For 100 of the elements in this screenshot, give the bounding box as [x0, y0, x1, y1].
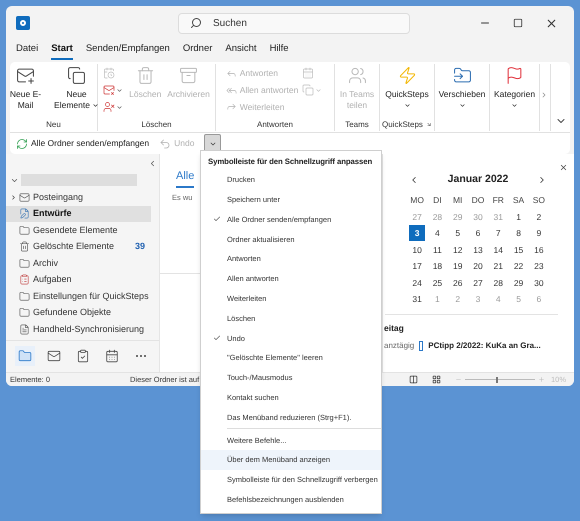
- calendar-day[interactable]: 28: [490, 274, 506, 290]
- folder-item[interactable]: Gesendete Elemente: [6, 222, 151, 238]
- normal-view-icon[interactable]: [408, 375, 418, 384]
- calendar-day[interactable]: 6: [470, 225, 486, 241]
- calendar-day[interactable]: 12: [450, 242, 466, 258]
- group-label: Teams: [345, 118, 369, 130]
- calendar-day[interactable]: 26: [450, 274, 466, 290]
- calendar-day[interactable]: 13: [470, 242, 486, 258]
- calendar-day[interactable]: 24: [409, 274, 426, 290]
- ribbon-button[interactable]: Verschieben: [436, 64, 488, 109]
- ribbon-tab[interactable]: Datei: [16, 42, 38, 60]
- calendar-day[interactable]: 2: [530, 208, 547, 224]
- calendar-day[interactable]: 7: [490, 225, 506, 241]
- zoom-slider[interactable]: [464, 376, 535, 384]
- undo-icon: [159, 138, 172, 150]
- ribbon-tab[interactable]: Ansicht: [225, 42, 257, 60]
- calendar-day[interactable]: 17: [409, 258, 426, 274]
- calendar-day[interactable]: 23: [530, 258, 547, 274]
- clipboard-icon: [19, 274, 30, 286]
- ribbon-icon-button[interactable]: [103, 84, 124, 96]
- calendar-day[interactable]: 21: [490, 258, 506, 274]
- calendar-day[interactable]: 19: [450, 258, 466, 274]
- ribbon-button[interactable]: Neue E-Mail: [6, 64, 48, 111]
- calendar-day[interactable]: 3: [409, 225, 426, 241]
- group-label: Neu: [46, 118, 61, 130]
- caret-icon: [92, 102, 99, 110]
- folder-item[interactable]: Entwürfe: [6, 206, 151, 222]
- clipboard-icon: [76, 348, 90, 362]
- toolbar-button[interactable]: Alle Ordner senden/empfangen: [16, 137, 150, 150]
- calendar-day[interactable]: 9: [530, 225, 547, 241]
- caret-icon: [458, 102, 466, 109]
- folder-item[interactable]: Archiv: [6, 255, 151, 272]
- calendar-day[interactable]: 1: [510, 208, 527, 224]
- check-icon: [213, 215, 221, 224]
- calendar-day[interactable]: 29: [510, 274, 527, 290]
- maximize-icon[interactable]: [513, 18, 523, 28]
- calendar-day[interactable]: 20: [470, 258, 486, 274]
- ribbon-button[interactable]: Kategorien: [492, 64, 538, 109]
- folder-label: Gelöschte Elemente: [33, 240, 114, 253]
- calendar-day[interactable]: 4: [429, 225, 446, 241]
- folder-label: Handheld-Synchronisierung: [33, 322, 144, 336]
- calendar-day[interactable]: 14: [490, 242, 506, 258]
- calendar-day[interactable]: 11: [429, 242, 446, 258]
- folder-item[interactable]: Einstellungen für QuickSteps: [6, 288, 151, 304]
- nav-button[interactable]: [14, 346, 34, 366]
- calendar-day[interactable]: 15: [510, 242, 527, 258]
- calendar-day[interactable]: 5: [450, 225, 466, 241]
- search-icon: [190, 17, 202, 29]
- calendar-icon: [302, 67, 314, 79]
- mail-icon: [19, 192, 30, 203]
- calendar-day[interactable]: 27: [470, 274, 486, 290]
- ribbon-tab[interactable]: Start: [51, 42, 73, 60]
- calendar-day[interactable]: 10: [409, 242, 426, 258]
- calendar-day[interactable]: 22: [510, 258, 527, 274]
- folder-item[interactable]: Aufgaben: [6, 272, 151, 288]
- close-icon[interactable]: [545, 16, 558, 30]
- ribbon-button[interactable]: QuickSteps: [383, 64, 431, 109]
- ribbon-tab[interactable]: Hilfe: [270, 42, 289, 60]
- ribbon-tab[interactable]: Senden/Empfangen: [86, 42, 170, 60]
- calendar-day[interactable]: 31: [409, 291, 426, 307]
- sync-icon: [16, 138, 28, 150]
- weekday-label: DI: [432, 194, 443, 207]
- calendar-icon: [104, 348, 118, 362]
- app-logo-icon: [16, 16, 30, 30]
- dialog-launcher-icon[interactable]: [426, 121, 432, 128]
- weekday-label: SA: [512, 194, 526, 207]
- event-marker: [419, 341, 424, 351]
- reading-view-icon[interactable]: [432, 375, 441, 384]
- ribbon-icon-button[interactable]: [103, 101, 124, 113]
- calendar-day[interactable]: 8: [510, 225, 527, 241]
- caret-icon: [116, 86, 124, 94]
- search-field[interactable]: Suchen: [178, 12, 410, 34]
- calendar-day[interactable]: 18: [429, 258, 446, 274]
- message-filter-tab[interactable]: Alle: [176, 168, 194, 188]
- folder-item[interactable]: Gefundene Objekte: [6, 304, 151, 321]
- lightning-icon: [398, 66, 416, 85]
- calendar-day[interactable]: 16: [530, 242, 547, 258]
- collapse-pane-icon[interactable]: [148, 159, 157, 168]
- weekday-label: SO: [532, 194, 546, 207]
- copy-icon: [302, 84, 314, 96]
- ribbon-button[interactable]: Neue Elemente: [50, 64, 104, 111]
- event-title: PCtipp 2/2022: KuKa an Gra...: [428, 340, 541, 352]
- folder-icon: [19, 290, 30, 302]
- folder-item[interactable]: Gelöschte Elemente 39: [6, 238, 151, 255]
- expand-icon[interactable]: [10, 194, 17, 201]
- scroll-right-icon[interactable]: [540, 91, 548, 99]
- caret-icon: [404, 102, 410, 109]
- folder-item[interactable]: Handheld-Synchronisierung: [6, 321, 151, 338]
- calendar-day[interactable]: 25: [429, 274, 446, 290]
- trash-icon: [136, 66, 155, 85]
- folder-item[interactable]: Posteingang: [6, 189, 151, 206]
- calendar-day[interactable]: 30: [530, 274, 547, 290]
- person-x-icon: [103, 101, 116, 113]
- unread-count: 39: [134, 240, 145, 253]
- close-icon[interactable]: [559, 163, 568, 172]
- folder-label: Entwürfe: [33, 207, 72, 220]
- mail-x-icon: [103, 84, 116, 96]
- ribbon-tab[interactable]: Ordner: [182, 42, 212, 60]
- weekday-label: MO: [409, 194, 425, 207]
- folder-label: Posteingang: [33, 190, 84, 204]
